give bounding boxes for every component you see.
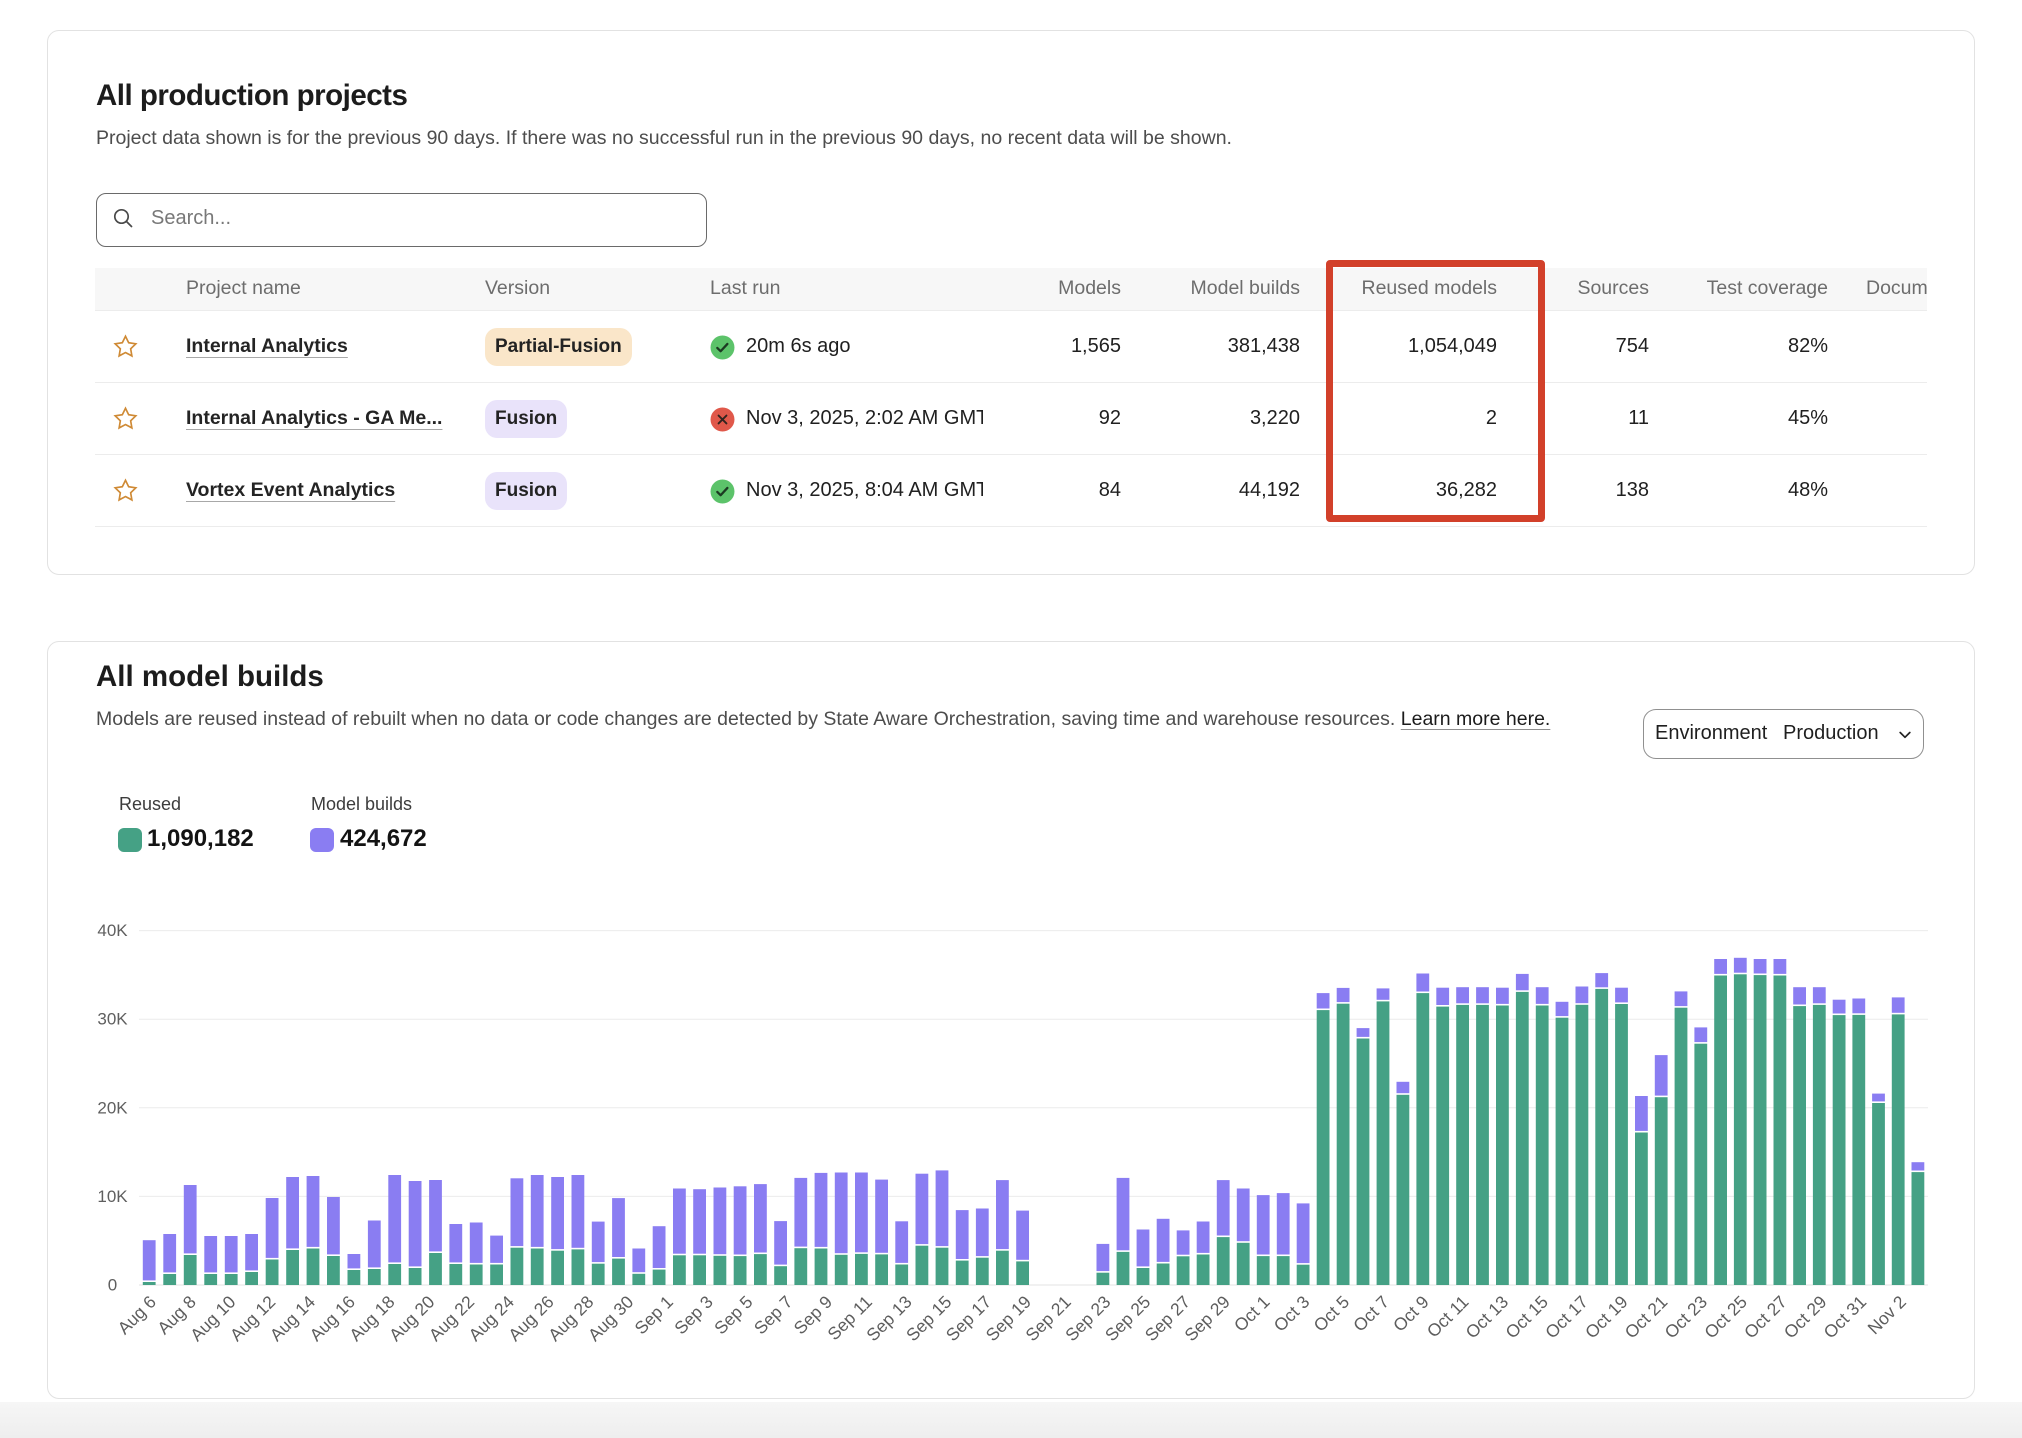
svg-text:Oct 23: Oct 23 (1661, 1292, 1712, 1343)
svg-text:Sep 3: Sep 3 (670, 1292, 716, 1338)
svg-text:20K: 20K (97, 1098, 128, 1117)
svg-text:Oct 31: Oct 31 (1820, 1292, 1871, 1343)
svg-text:Oct 15: Oct 15 (1501, 1292, 1552, 1343)
svg-text:Sep 29: Sep 29 (1180, 1292, 1233, 1345)
svg-text:Oct 27: Oct 27 (1740, 1292, 1791, 1343)
svg-text:30K: 30K (97, 1010, 128, 1029)
svg-text:Sep 5: Sep 5 (710, 1292, 756, 1338)
svg-text:Oct 7: Oct 7 (1349, 1292, 1393, 1336)
svg-text:Oct 29: Oct 29 (1780, 1292, 1831, 1343)
svg-text:Aug 6: Aug 6 (114, 1292, 160, 1338)
svg-text:Oct 1: Oct 1 (1230, 1292, 1274, 1336)
svg-text:Oct 5: Oct 5 (1310, 1292, 1354, 1336)
svg-text:Oct 25: Oct 25 (1700, 1292, 1751, 1343)
svg-text:0: 0 (108, 1276, 117, 1295)
svg-text:Oct 17: Oct 17 (1541, 1292, 1592, 1343)
svg-text:Oct 13: Oct 13 (1462, 1292, 1513, 1343)
svg-text:Oct 21: Oct 21 (1621, 1292, 1672, 1343)
svg-text:Nov 2: Nov 2 (1864, 1292, 1910, 1338)
svg-text:Aug 30: Aug 30 (584, 1291, 638, 1345)
svg-text:Sep 1: Sep 1 (631, 1292, 677, 1338)
svg-text:40K: 40K (97, 921, 128, 940)
svg-text:Oct 11: Oct 11 (1423, 1292, 1473, 1342)
svg-text:Sep 7: Sep 7 (750, 1292, 796, 1338)
svg-text:Oct 3: Oct 3 (1270, 1292, 1314, 1336)
svg-text:Oct 19: Oct 19 (1581, 1292, 1632, 1343)
svg-text:10K: 10K (97, 1187, 128, 1206)
